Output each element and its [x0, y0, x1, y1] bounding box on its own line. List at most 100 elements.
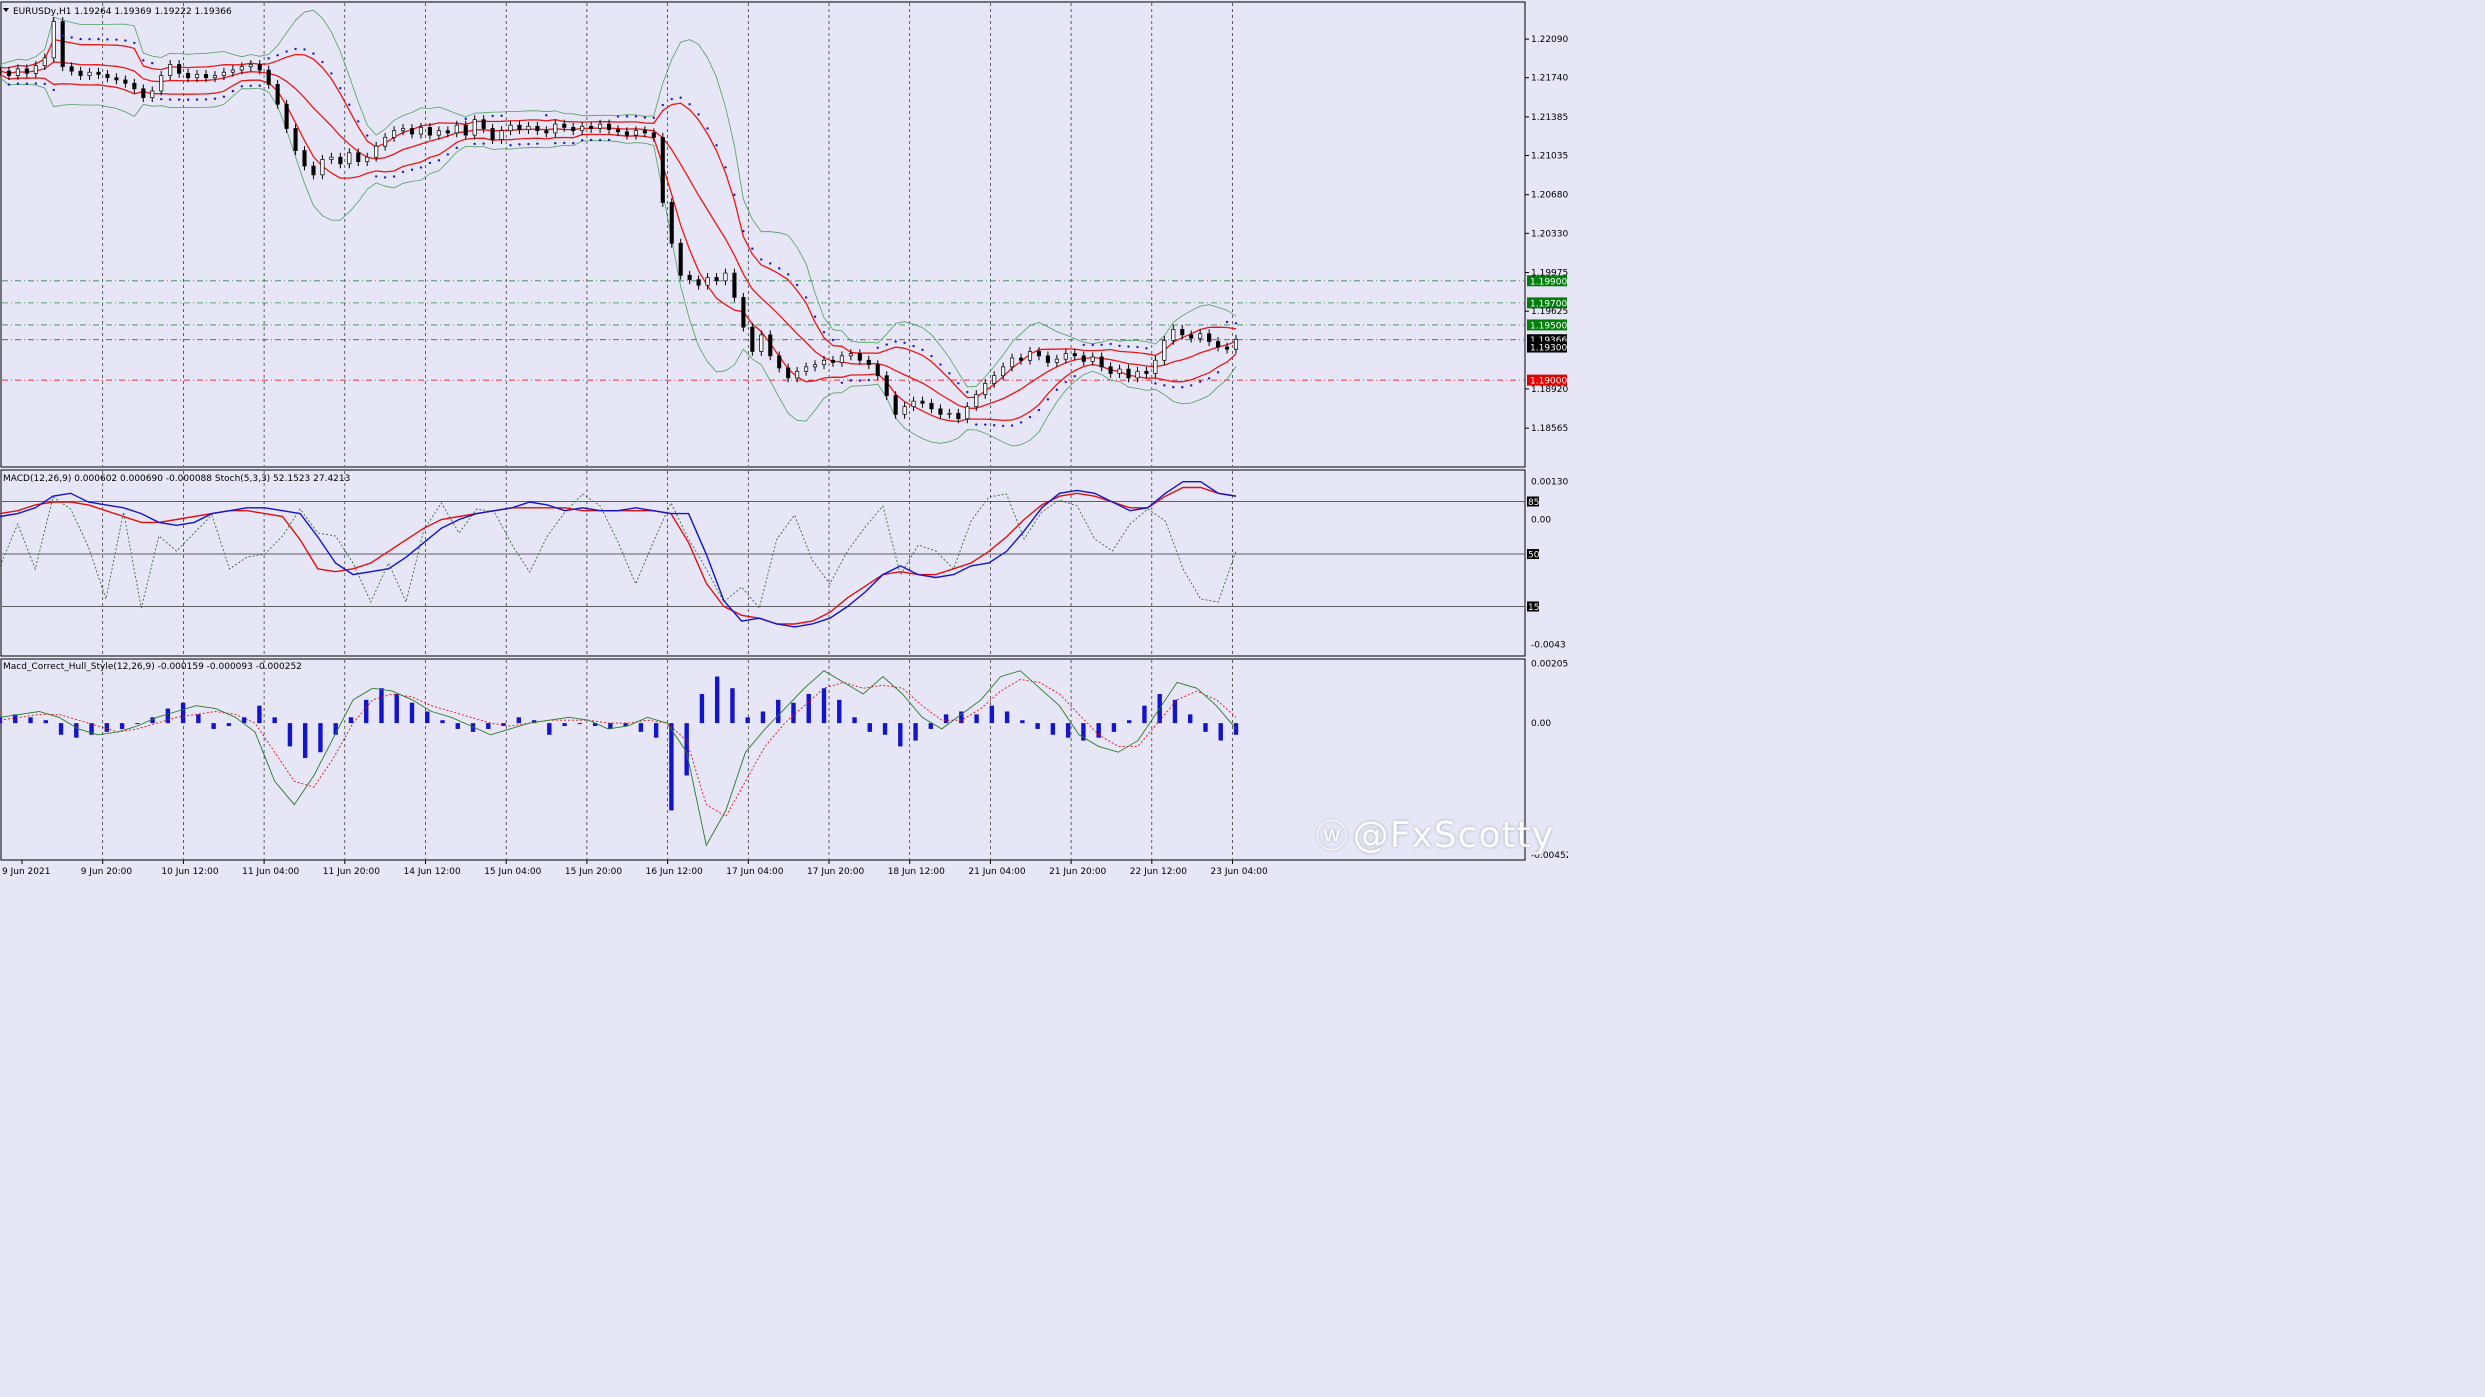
candle [114, 77, 119, 81]
sar-dot [500, 114, 503, 117]
sar-dot [410, 168, 414, 171]
candle [230, 69, 235, 73]
sar-dot [240, 85, 244, 88]
sar-dot [61, 34, 64, 37]
hull-histogram-bar [43, 720, 48, 724]
sar-dot [921, 348, 924, 352]
time-label: 9 Jun 2021 [2, 867, 50, 877]
sar-dot [428, 161, 432, 165]
candle [24, 68, 29, 74]
hull-histogram-bar [257, 705, 262, 724]
sar-dot [177, 98, 181, 101]
candle [875, 364, 880, 377]
hull-histogram-bar [699, 694, 705, 724]
sar-dot [1046, 398, 1050, 401]
hull-histogram-bar [989, 705, 995, 724]
sar-dot [912, 344, 915, 348]
sar-dot [231, 89, 235, 93]
hull-histogram-bar [806, 694, 811, 724]
time-label: 17 Jun 20:00 [807, 867, 864, 877]
candle [1027, 351, 1033, 361]
time-label: 22 Jun 12:00 [1130, 867, 1187, 877]
price-panel [0, 9, 1524, 447]
macd-tick-label: 0.00 [1531, 515, 1551, 525]
hull-histogram-bar [547, 723, 552, 735]
sar-dot [258, 84, 261, 87]
candle [1135, 370, 1140, 379]
candle [1198, 333, 1203, 339]
hull-fast-line [0, 670, 1237, 847]
macd-panel-frame [0, 469, 1526, 657]
sar-dot [464, 117, 467, 121]
sar-dot [858, 379, 862, 382]
candle [1162, 340, 1167, 361]
sar-dot [831, 338, 835, 342]
sar-dot [339, 87, 342, 90]
sar-dot [195, 98, 199, 101]
sar-dot [321, 60, 324, 64]
price-tick-label: 1.21385 [1531, 113, 1568, 123]
sar-dot [733, 193, 736, 197]
candle [732, 272, 737, 298]
sar-dot [383, 176, 387, 179]
hull-histogram-bar [394, 694, 399, 724]
hull-histogram-bar [318, 723, 323, 753]
hull-histogram-bar [287, 723, 293, 747]
candle [615, 129, 621, 133]
price-tick-label: 1.21740 [1531, 74, 1568, 84]
candle [347, 152, 352, 165]
candle [1207, 333, 1212, 342]
hull-histogram-bar [1096, 723, 1101, 738]
envelope-middle [0, 61, 1237, 409]
candle [132, 82, 137, 90]
sar-dot [1198, 380, 1202, 383]
sar-dot [616, 115, 620, 118]
sar-dot [518, 143, 521, 146]
time-label: 16 Jun 12:00 [646, 867, 703, 877]
candle [15, 68, 20, 76]
sar-dot [849, 379, 853, 382]
macd-tick-label: -0.0043 [1531, 640, 1566, 650]
sar-dot [204, 98, 208, 101]
dropdown-triangle-icon[interactable] [3, 8, 9, 12]
sar-dot [213, 97, 217, 100]
time-label: 9 Jun 20:00 [81, 867, 133, 877]
time-label: 21 Jun 20:00 [1049, 867, 1106, 877]
hull-panel-frame [0, 658, 1526, 861]
sar-dot [751, 247, 754, 250]
candle [759, 334, 764, 352]
sar-dot [115, 38, 118, 41]
candle [481, 119, 486, 129]
time-label: 23 Jun 04:00 [1211, 867, 1268, 877]
candle [275, 84, 280, 105]
candle [983, 383, 988, 395]
sar-dot [285, 50, 288, 53]
candle [177, 64, 182, 74]
candle [1045, 355, 1050, 363]
candle [974, 394, 979, 407]
price-mark-label: 1.19500 [1530, 321, 1567, 331]
candle [795, 370, 800, 379]
sar-dot [643, 116, 647, 119]
candle [678, 242, 683, 276]
hull-histogram-bar [1218, 723, 1223, 741]
hull-histogram-bar [913, 723, 918, 741]
hull-tick-label: 0.00 [1531, 719, 1551, 729]
hull-histogram-bar [180, 702, 186, 724]
candle [562, 123, 567, 128]
hull-histogram-bar [211, 723, 216, 729]
axes: 1.199001.197001.195001.193661.193001.190… [2, 35, 1577, 877]
time-label: 21 Jun 04:00 [968, 867, 1025, 877]
hull-histogram-bar [1203, 723, 1208, 732]
hull-histogram-bar [486, 723, 491, 729]
candle [436, 130, 441, 136]
candle [51, 21, 56, 59]
candle [311, 165, 316, 176]
time-label: 10 Jun 12:00 [161, 867, 218, 877]
sar-dot [1145, 347, 1148, 350]
sar-dot [1190, 384, 1193, 387]
sar-dot [1064, 380, 1068, 384]
candle [929, 402, 934, 410]
sar-dot [294, 47, 297, 51]
candle [320, 159, 325, 176]
